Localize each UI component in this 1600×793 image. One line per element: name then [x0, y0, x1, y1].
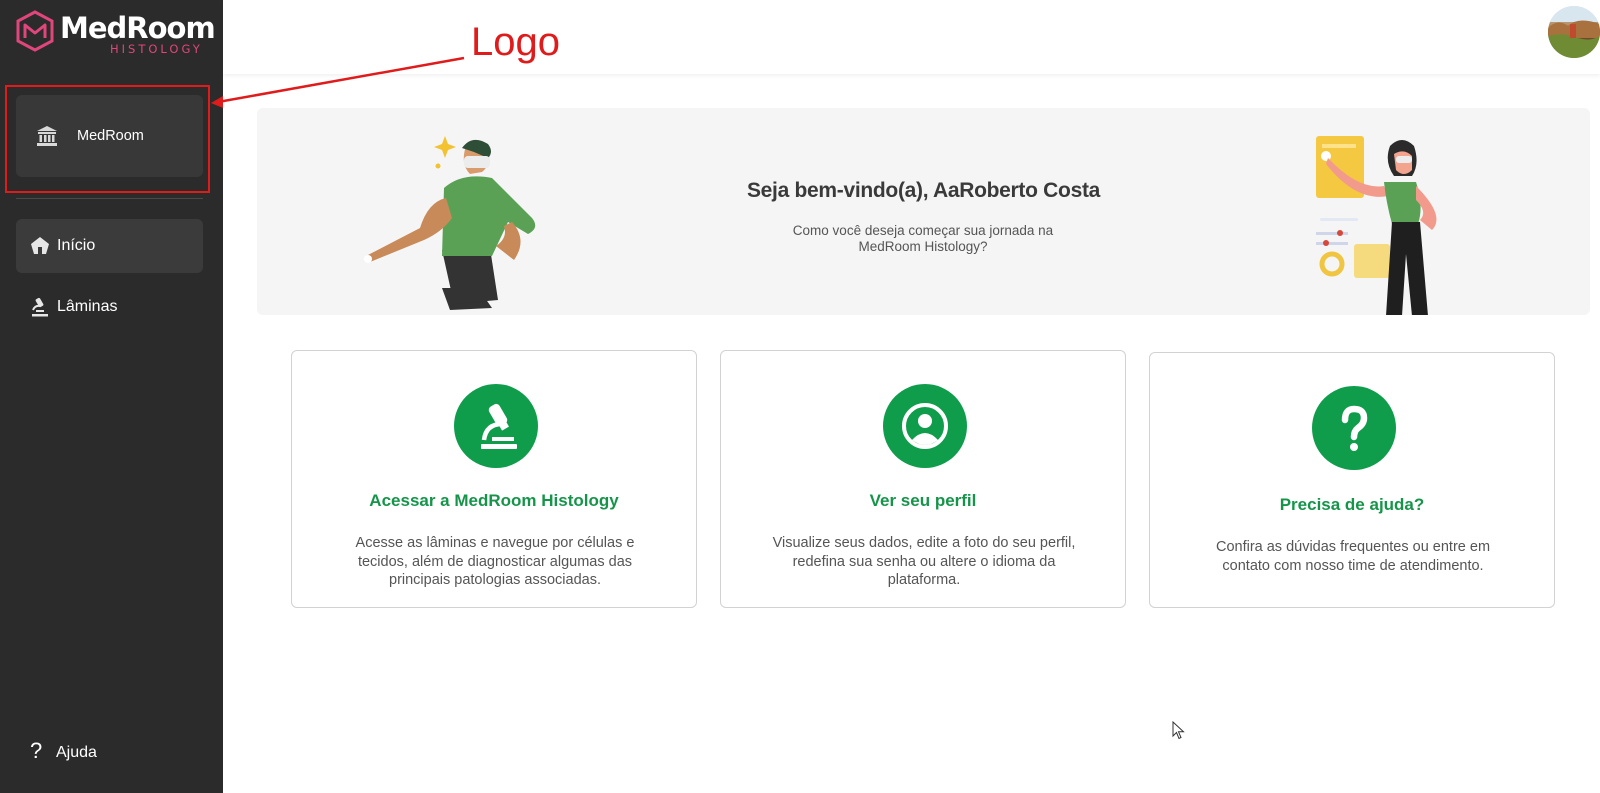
sidebar-divider [16, 198, 203, 199]
welcome-subtitle: Como você deseja começar sua jornada na … [792, 223, 1054, 254]
annotation-label: Logo [471, 20, 560, 64]
card-icon-circle [1312, 386, 1396, 470]
sidebar-item-inicio[interactable]: Início [16, 219, 203, 273]
avatar-photo [1548, 6, 1600, 58]
card-view-profile[interactable]: Ver seu perfil Visualize seus dados, edi… [720, 350, 1126, 608]
card-need-help[interactable]: Precisa de ajuda? Confira as dúvidas fre… [1149, 352, 1555, 608]
card-description: Confira as dúvidas frequentes ou entre e… [1215, 539, 1491, 574]
sidebar-item-laminas[interactable]: Lâminas [16, 280, 203, 334]
mouse-cursor-icon [1172, 721, 1185, 740]
sidebar-item-label: Início [57, 237, 96, 254]
card-icon-circle [883, 384, 967, 468]
annotation-arrow [211, 56, 465, 108]
sidebar-item-label: Lâminas [57, 298, 118, 315]
help-label: Ajuda [56, 744, 97, 761]
card-title: Acessar a MedRoom Histology [369, 491, 619, 510]
question-icon [1341, 405, 1368, 451]
card-icon-circle [454, 384, 538, 468]
home-icon [31, 237, 49, 254]
vr-man-illustration [364, 136, 536, 310]
welcome-banner: Seja bem-vindo(a), AaRoberto Costa Como … [257, 108, 1590, 315]
question-icon: ? [30, 738, 43, 763]
user-circle-icon [902, 403, 948, 449]
presenter-woman-illustration [1316, 136, 1437, 315]
microscope-icon [481, 403, 517, 449]
card-access-histology[interactable]: Acessar a MedRoom Histology Acesse as lâ… [291, 350, 697, 608]
user-avatar[interactable] [1548, 6, 1600, 58]
microscope-icon [32, 297, 48, 317]
card-title: Precisa de ajuda? [1279, 495, 1425, 514]
card-description: Acesse as lâminas e navegue por células … [355, 535, 635, 588]
card-title: Ver seu perfil [869, 491, 977, 510]
card-description: Visualize seus dados, edite a foto do se… [772, 535, 1076, 588]
